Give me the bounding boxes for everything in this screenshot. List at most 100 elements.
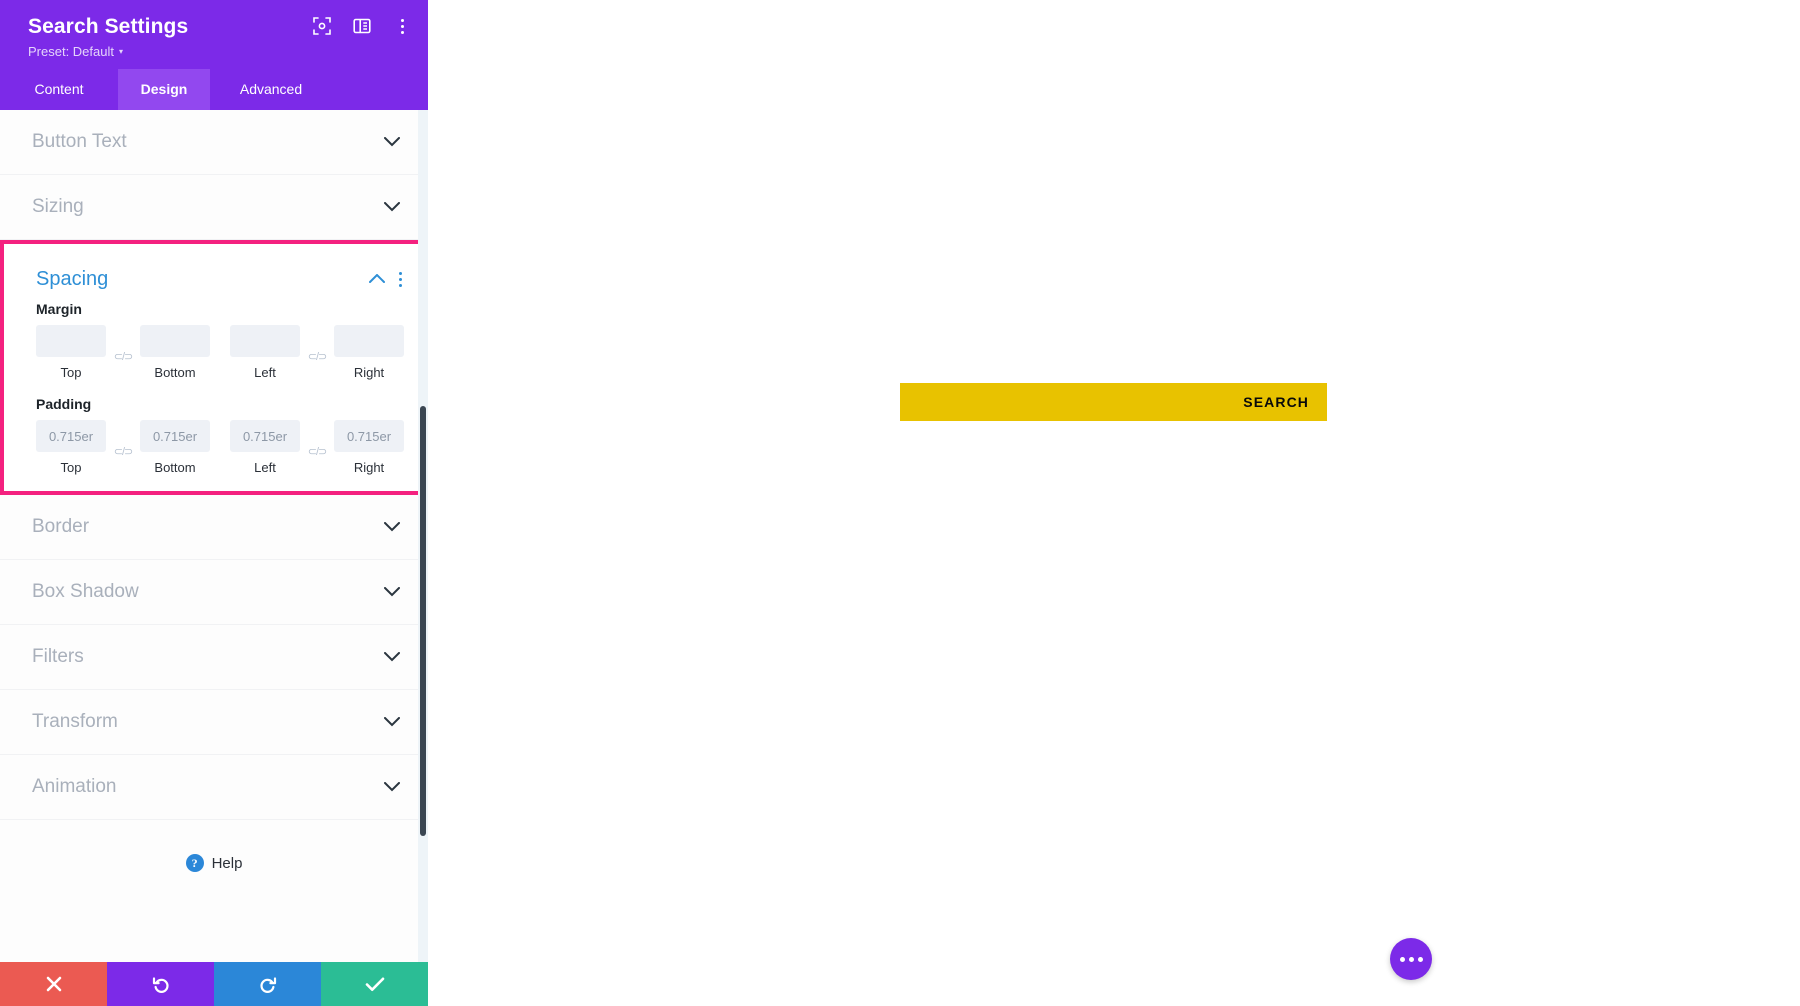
chevron-down-icon[interactable] — [384, 717, 400, 727]
link-values-icon[interactable]: ⊂/⊃ — [300, 350, 334, 363]
app-root: SEARCH Search Settings Preset: Default ▾ — [0, 0, 1800, 1006]
tab-content[interactable]: Content — [0, 69, 118, 110]
section-button-text[interactable]: Button Text — [0, 110, 428, 175]
chevron-down-icon[interactable] — [384, 137, 400, 147]
padding-right-label: Right — [353, 460, 385, 475]
panel-header: Search Settings Preset: Default ▾ — [0, 0, 428, 69]
redo-button[interactable] — [214, 962, 321, 1006]
padding-top-label: Top — [60, 460, 82, 475]
more-options-fab[interactable] — [1390, 938, 1432, 980]
section-filters[interactable]: Filters — [0, 625, 428, 690]
section-label: Sizing — [32, 196, 84, 217]
link-values-icon[interactable]: ⊂/⊃ — [106, 350, 140, 363]
padding-bottom-cell: Bottom — [140, 420, 210, 475]
section-label: Filters — [32, 646, 84, 667]
margin-bottom-input[interactable] — [140, 325, 210, 357]
padding-bottom-label: Bottom — [154, 460, 196, 475]
panel-header-icons — [312, 16, 412, 36]
search-input[interactable] — [900, 383, 1234, 421]
link-values-icon[interactable]: ⊂/⊃ — [106, 445, 140, 458]
padding-left-cell: Left — [230, 420, 300, 475]
tab-design[interactable]: Design — [118, 69, 210, 110]
padding-right-input[interactable] — [334, 420, 404, 452]
fab-dot-2 — [1408, 956, 1414, 962]
chevron-down-icon[interactable] — [384, 587, 400, 597]
margin-left-cell: Left — [230, 325, 300, 380]
dot — [399, 284, 402, 287]
section-spacing-header[interactable]: Spacing — [4, 244, 424, 301]
margin-right-input[interactable] — [334, 325, 404, 357]
padding-bottom-input[interactable] — [140, 420, 210, 452]
padding-top-cell: Top — [36, 420, 106, 475]
search-module[interactable]: SEARCH — [900, 383, 1327, 421]
margin-right-cell: Right — [334, 325, 404, 380]
section-border[interactable]: Border — [0, 495, 428, 560]
settings-panel: Search Settings Preset: Default ▾ Conten… — [0, 0, 428, 1006]
undo-button[interactable] — [107, 962, 214, 1006]
settings-scroll-area[interactable]: Button Text Sizing Spacing Margin Top ⊂/… — [0, 110, 428, 962]
chevron-down-icon[interactable] — [384, 782, 400, 792]
dot — [400, 18, 404, 22]
chevron-down-icon[interactable] — [384, 202, 400, 212]
margin-vertical-pair: Top ⊂/⊃ Bottom — [36, 325, 210, 380]
section-label: Transform — [32, 711, 118, 732]
help-label: Help — [211, 854, 243, 872]
section-sizing[interactable]: Sizing — [0, 175, 428, 240]
margin-left-label: Left — [254, 365, 276, 380]
more-vertical-icon[interactable] — [392, 16, 412, 36]
cancel-button[interactable] — [0, 962, 107, 1006]
fab-dot-3 — [1417, 956, 1423, 962]
margin-left-input[interactable] — [230, 325, 300, 357]
chevron-down-icon: ▾ — [119, 46, 124, 56]
section-label: Button Text — [32, 131, 127, 152]
search-submit-button[interactable]: SEARCH — [1233, 383, 1327, 421]
preview-canvas: SEARCH — [428, 0, 1800, 1006]
padding-top-input[interactable] — [36, 420, 106, 452]
margin-label: Margin — [36, 301, 82, 317]
section-label: Spacing — [36, 268, 109, 290]
margin-bottom-label: Bottom — [154, 365, 196, 380]
padding-horizontal-pair: Left ⊂/⊃ Right — [230, 420, 404, 475]
section-animation[interactable]: Animation — [0, 755, 428, 820]
padding-left-input[interactable] — [230, 420, 300, 452]
chevron-down-icon[interactable] — [384, 522, 400, 532]
padding-vertical-pair: Top ⊂/⊃ Bottom — [36, 420, 210, 475]
focus-target-icon[interactable] — [312, 16, 332, 36]
fab-dot-1 — [1399, 956, 1405, 962]
help-row[interactable]: ? Help — [0, 820, 428, 906]
tab-advanced[interactable]: Advanced — [210, 69, 332, 110]
chevron-down-icon[interactable] — [384, 652, 400, 662]
preset-selector[interactable]: Preset: Default ▾ — [28, 44, 410, 59]
dot — [399, 278, 402, 281]
dot — [399, 272, 402, 275]
scrollbar-track[interactable] — [418, 110, 428, 962]
section-label: Box Shadow — [32, 581, 139, 602]
help-icon: ? — [185, 854, 204, 872]
layout-columns-icon[interactable] — [352, 16, 372, 36]
dot — [400, 24, 404, 28]
more-vertical-icon[interactable] — [399, 272, 402, 287]
link-values-icon[interactable]: ⊂/⊃ — [300, 445, 334, 458]
section-label: Border — [32, 516, 90, 537]
margin-bottom-cell: Bottom — [140, 325, 210, 380]
preset-label: Preset: Default — [28, 44, 114, 59]
save-button[interactable] — [321, 962, 428, 1006]
margin-top-label: Top — [60, 365, 82, 380]
padding-right-cell: Right — [334, 420, 404, 475]
section-spacing-controls — [369, 271, 402, 289]
padding-inputs-row: Top ⊂/⊃ Bottom Left — [36, 420, 404, 475]
dot — [400, 30, 404, 34]
margin-top-cell: Top — [36, 325, 106, 380]
chevron-up-icon[interactable] — [369, 271, 385, 289]
scrollbar-thumb[interactable] — [420, 406, 426, 836]
margin-top-input[interactable] — [36, 325, 106, 357]
section-label: Animation — [32, 776, 117, 797]
section-spacing-highlighted: Spacing Margin Top ⊂/⊃ Bottom Left ⊂/⊃ R… — [0, 240, 428, 495]
panel-tabs: Content Design Advanced — [0, 69, 428, 110]
margin-horizontal-pair: Left ⊂/⊃ Right — [230, 325, 404, 380]
section-transform[interactable]: Transform — [0, 690, 428, 755]
section-box-shadow[interactable]: Box Shadow — [0, 560, 428, 625]
padding-label: Padding — [36, 396, 92, 412]
margin-inputs-row: Top ⊂/⊃ Bottom Left ⊂/⊃ Right — [36, 325, 404, 380]
margin-group: Margin Top ⊂/⊃ Bottom Left ⊂/⊃ Right Pad… — [4, 301, 424, 475]
